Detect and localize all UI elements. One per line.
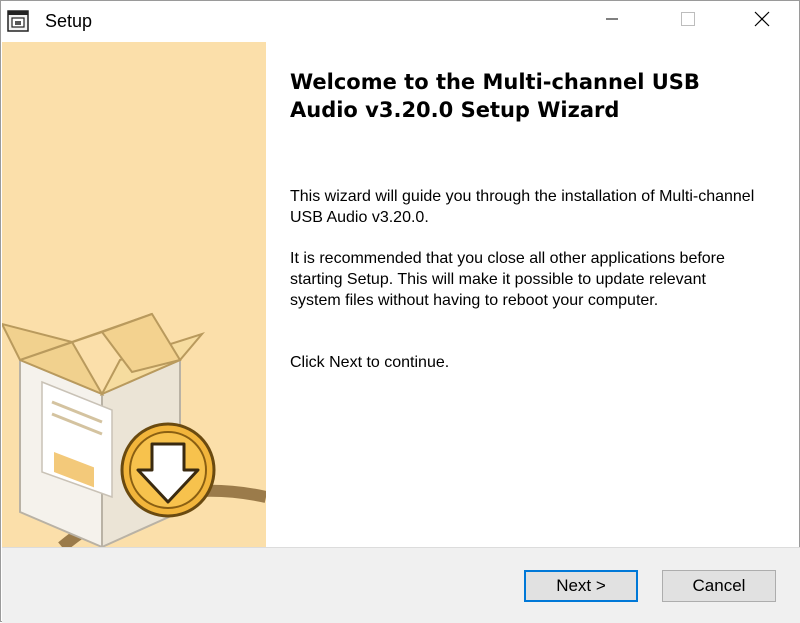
continue-instruction: Click Next to continue. <box>290 354 450 371</box>
window-title: Setup <box>45 11 93 31</box>
wizard-banner <box>2 42 266 547</box>
minimize-icon <box>606 12 618 30</box>
title-bar[interactable]: Setup <box>1 1 799 41</box>
button-bar: Next > Cancel <box>2 547 800 623</box>
setup-app-icon[interactable] <box>7 10 29 32</box>
wizard-heading: Welcome to the Multi-channel USB Audio v… <box>290 70 700 122</box>
next-button[interactable]: Next > <box>524 570 638 602</box>
wizard-content: Welcome to the Multi-channel USB Audio v… <box>266 42 799 547</box>
close-icon <box>754 11 770 32</box>
setup-window: Setup Welcome to the Multi-channel USB A… <box>0 0 800 623</box>
intro-paragraph: This wizard will guide you through the i… <box>290 188 755 226</box>
recommendation-paragraph: It is recommended that you close all oth… <box>290 250 725 309</box>
cancel-button[interactable]: Cancel <box>662 570 776 602</box>
minimize-button[interactable] <box>589 1 635 41</box>
close-button[interactable] <box>739 1 785 41</box>
maximize-button[interactable] <box>665 1 711 41</box>
maximize-icon <box>681 11 695 31</box>
installer-box-illustration <box>2 312 266 547</box>
